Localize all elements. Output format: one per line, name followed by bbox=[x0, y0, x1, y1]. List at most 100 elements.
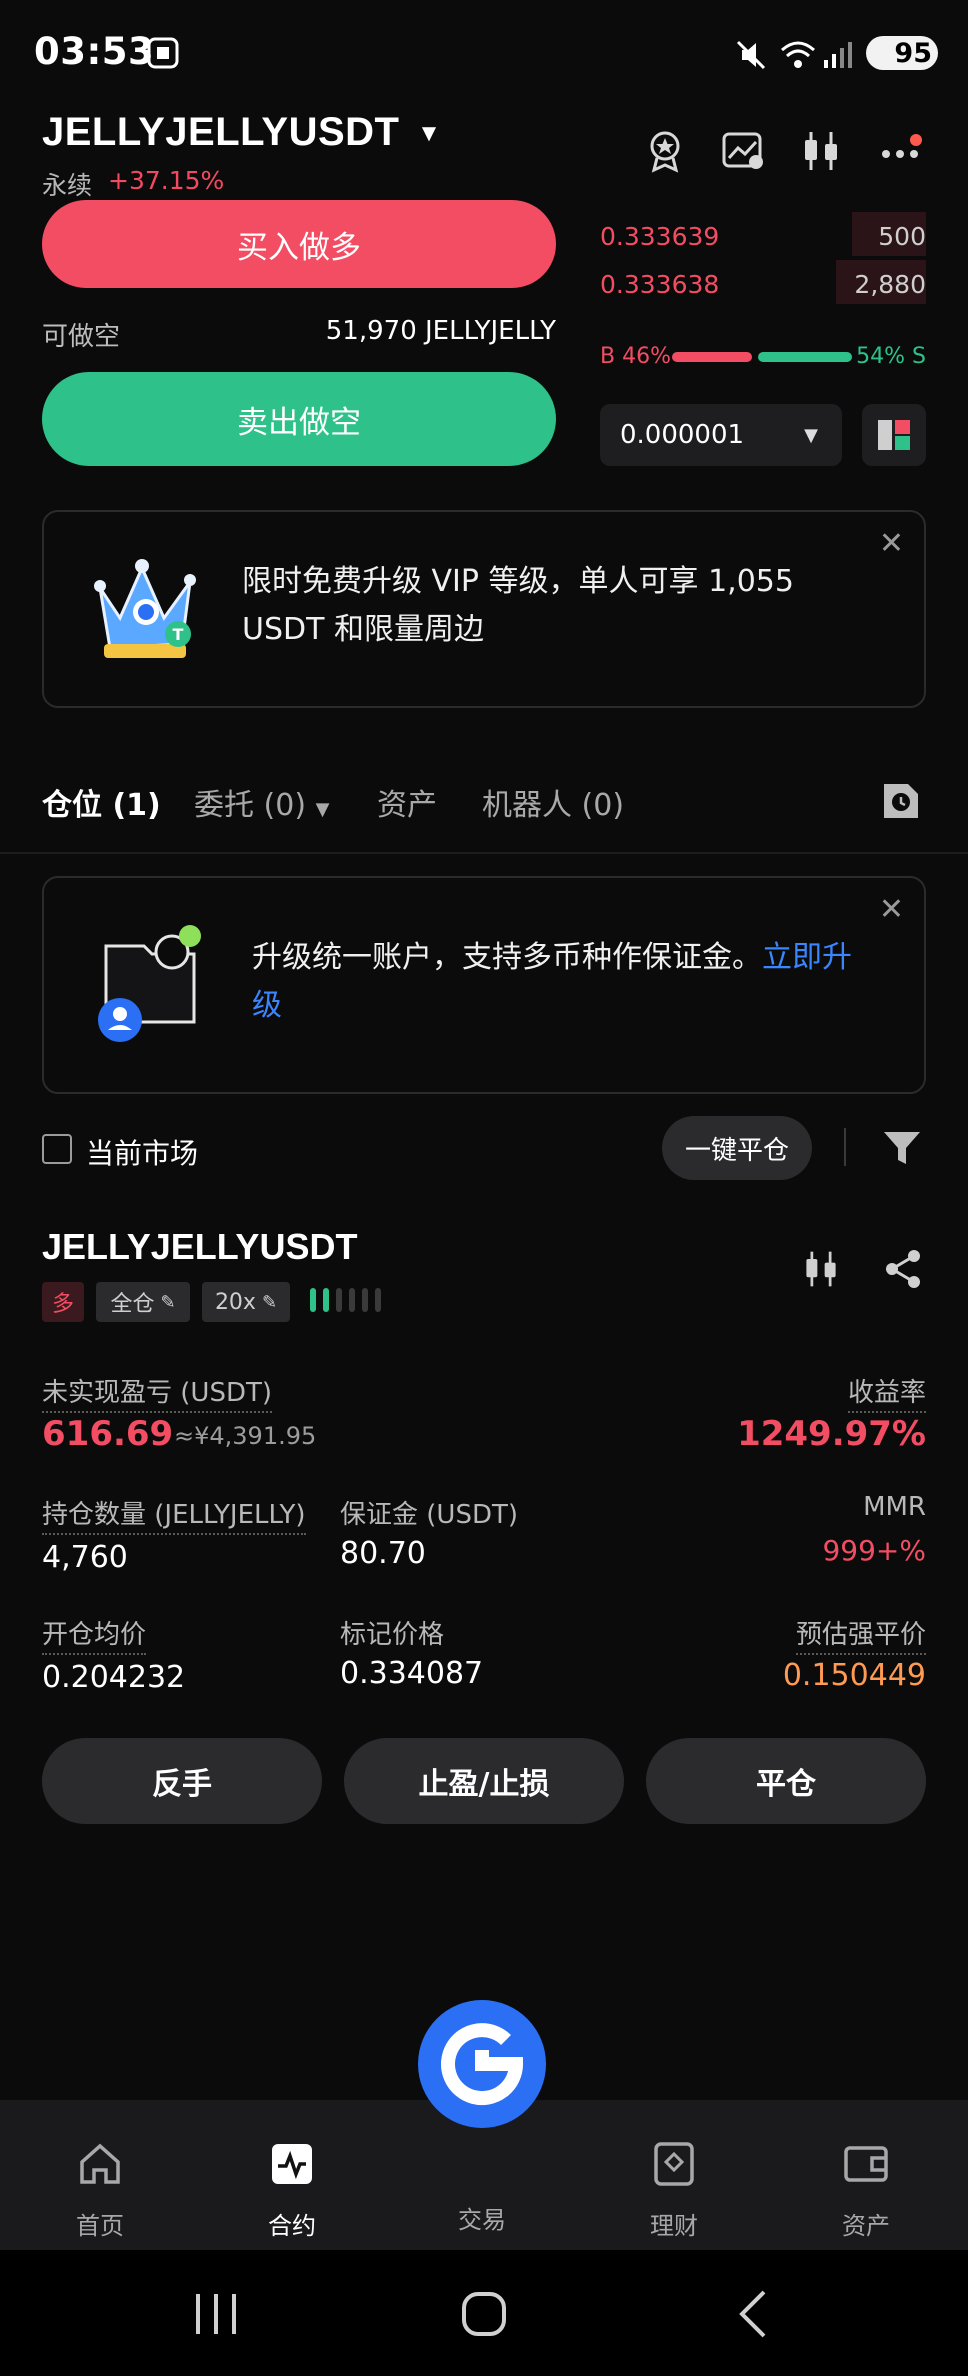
leverage-tag[interactable]: 20x ✎ bbox=[202, 1282, 290, 1322]
wallet-icon bbox=[844, 2146, 888, 2182]
unrealized-pnl-value: 616.69 bbox=[42, 1414, 174, 1454]
tab-orders-label: 委托 (0) bbox=[194, 788, 307, 823]
nav-earn[interactable]: 理财 bbox=[614, 2104, 734, 2241]
mute-icon bbox=[736, 40, 766, 70]
ask-price[interactable]: 0.333639 bbox=[600, 222, 719, 251]
position-size-label[interactable]: 持仓数量 (JELLYJELLY) bbox=[42, 1494, 306, 1535]
tab-positions[interactable]: 仓位 (1) bbox=[42, 780, 161, 824]
filter-icon[interactable] bbox=[880, 1126, 924, 1170]
nav-earn-label: 理财 bbox=[650, 2212, 698, 2240]
side-tag: 多 bbox=[42, 1282, 84, 1322]
orderbook-layout-button[interactable] bbox=[862, 404, 926, 466]
candlestick-icon[interactable] bbox=[798, 128, 844, 174]
chart-image-icon[interactable] bbox=[720, 128, 766, 174]
margin-label[interactable]: 保证金 (USDT) bbox=[340, 1494, 518, 1535]
liq-price-value: 0.150449 bbox=[782, 1658, 926, 1693]
buy-ratio-bar bbox=[672, 352, 752, 362]
mmr-label[interactable]: MMR bbox=[863, 1492, 926, 1526]
close-position-button[interactable]: 平仓 bbox=[646, 1738, 926, 1824]
margin-value: 80.70 bbox=[340, 1536, 426, 1571]
crown-icon: T bbox=[94, 559, 196, 658]
sell-short-button[interactable]: 卖出做空 bbox=[42, 372, 556, 466]
buy-ratio-label: B 46% bbox=[600, 344, 671, 369]
risk-level-icon bbox=[310, 1288, 381, 1312]
system-nav-bar bbox=[0, 2250, 968, 2376]
signal-icon bbox=[824, 42, 852, 68]
position-size-value: 4,760 bbox=[42, 1540, 128, 1575]
vip-banner-text: 限时免费升级 VIP 等级，单人可享 1,055 USDT 和限量周边 bbox=[242, 564, 794, 647]
home-button-icon[interactable] bbox=[458, 2288, 510, 2340]
tp-sl-button[interactable]: 止盈/止损 bbox=[344, 1738, 624, 1824]
symbol-title[interactable]: JELLYJELLYUSDT ▼ bbox=[42, 110, 441, 155]
nav-trade[interactable]: 交易 bbox=[422, 2104, 542, 2235]
vip-promo-banner[interactable]: T 限时免费升级 VIP 等级，单人可享 1,055 USDT 和限量周边 ✕ bbox=[42, 510, 926, 708]
status-time: 03:53 bbox=[34, 30, 155, 73]
account-banner-text: 升级统一账户，支持多币种作保证金。立即升级 bbox=[252, 934, 862, 1030]
nav-home-label: 首页 bbox=[76, 2212, 124, 2240]
entry-price-value: 0.204232 bbox=[42, 1660, 186, 1695]
margin-mode-label: 全仓 bbox=[110, 1292, 155, 1317]
margin-mode-tag[interactable]: 全仓 ✎ bbox=[96, 1282, 190, 1322]
nav-trade-spacer bbox=[422, 2104, 542, 2200]
sell-ratio-label: 54% S bbox=[856, 344, 926, 369]
filter-divider bbox=[844, 1128, 846, 1166]
chevron-down-icon: ▼ bbox=[315, 799, 330, 820]
roe-label[interactable]: 收益率 bbox=[847, 1372, 926, 1413]
edit-icon: ✎ bbox=[160, 1291, 176, 1313]
ask-qty: 2,880 bbox=[854, 270, 926, 299]
tab-assets[interactable]: 资产 bbox=[377, 780, 437, 824]
buy-long-button[interactable]: 买入做多 bbox=[42, 200, 556, 288]
mmr-value: 999+% bbox=[822, 1534, 926, 1567]
close-icon[interactable]: ✕ bbox=[879, 526, 904, 561]
nav-assets-label: 资产 bbox=[842, 2212, 890, 2240]
battery-indicator: 95 bbox=[866, 36, 938, 70]
nav-assets[interactable]: 资产 bbox=[806, 2104, 926, 2241]
reverse-button[interactable]: 反手 bbox=[42, 1738, 322, 1824]
folder-account-icon bbox=[98, 925, 201, 1042]
futures-icon bbox=[272, 2144, 312, 2184]
current-market-label[interactable]: 当前市场 bbox=[86, 1132, 198, 1172]
account-banner-message: 升级统一账户，支持多币种作保证金。 bbox=[252, 940, 762, 975]
chevron-down-icon: ▼ bbox=[417, 120, 442, 148]
roe-value: 1249.97% bbox=[737, 1414, 926, 1454]
mark-price-label[interactable]: 标记价格 bbox=[340, 1614, 444, 1655]
unified-account-banner[interactable]: 升级统一账户，支持多币种作保证金。立即升级 ✕ bbox=[42, 876, 926, 1094]
current-market-checkbox[interactable] bbox=[42, 1134, 72, 1164]
price-precision-select[interactable]: 0.000001 ▼ bbox=[600, 404, 842, 466]
contract-type: 永续 bbox=[42, 171, 93, 200]
earn-icon bbox=[654, 2142, 694, 2186]
tab-bots[interactable]: 机器人 (0) bbox=[482, 780, 624, 824]
leverage-label: 20x bbox=[214, 1289, 256, 1315]
liq-price-label[interactable]: 预估强平价 bbox=[795, 1614, 926, 1655]
ask-price[interactable]: 0.333638 bbox=[600, 270, 719, 299]
price-change: +37.15% bbox=[108, 166, 225, 195]
position-symbol[interactable]: JELLYJELLYUSDT bbox=[42, 1226, 357, 1268]
position-tabs: 仓位 (1) 委托 (0) ▼ 资产 机器人 (0) bbox=[42, 780, 926, 826]
candlestick-icon[interactable] bbox=[800, 1248, 842, 1290]
history-icon[interactable] bbox=[880, 780, 922, 822]
chevron-down-icon: ▼ bbox=[804, 424, 818, 446]
layout-icon bbox=[878, 420, 910, 450]
tabs-divider bbox=[0, 852, 968, 854]
symbol-name: JELLYJELLYUSDT bbox=[42, 110, 400, 154]
nav-home[interactable]: 首页 bbox=[40, 2104, 160, 2241]
unrealized-pnl-label[interactable]: 未实现盈亏 (USDT) bbox=[42, 1372, 272, 1413]
close-icon[interactable]: ✕ bbox=[879, 892, 904, 927]
svg-text:T: T bbox=[173, 625, 184, 644]
edit-icon: ✎ bbox=[261, 1291, 278, 1313]
entry-price-label[interactable]: 开仓均价 bbox=[42, 1614, 147, 1655]
nav-trade-label: 交易 bbox=[458, 2206, 506, 2234]
unrealized-pnl-cny: ≈¥4,391.95 bbox=[174, 1422, 317, 1450]
share-icon[interactable] bbox=[882, 1248, 924, 1290]
tab-orders[interactable]: 委托 (0) ▼ bbox=[194, 780, 329, 824]
close-all-button[interactable]: 一键平仓 bbox=[662, 1116, 812, 1180]
more-icon[interactable] bbox=[878, 128, 924, 174]
back-icon[interactable] bbox=[734, 2288, 774, 2340]
nav-futures[interactable]: 合约 bbox=[232, 2104, 352, 2241]
nav-futures-label: 合约 bbox=[268, 2212, 316, 2240]
short-available-label: 可做空 bbox=[42, 322, 121, 352]
recents-icon[interactable] bbox=[188, 2290, 244, 2338]
screenshot-icon bbox=[147, 37, 179, 69]
award-icon[interactable] bbox=[642, 128, 688, 174]
home-icon bbox=[80, 2143, 120, 2184]
